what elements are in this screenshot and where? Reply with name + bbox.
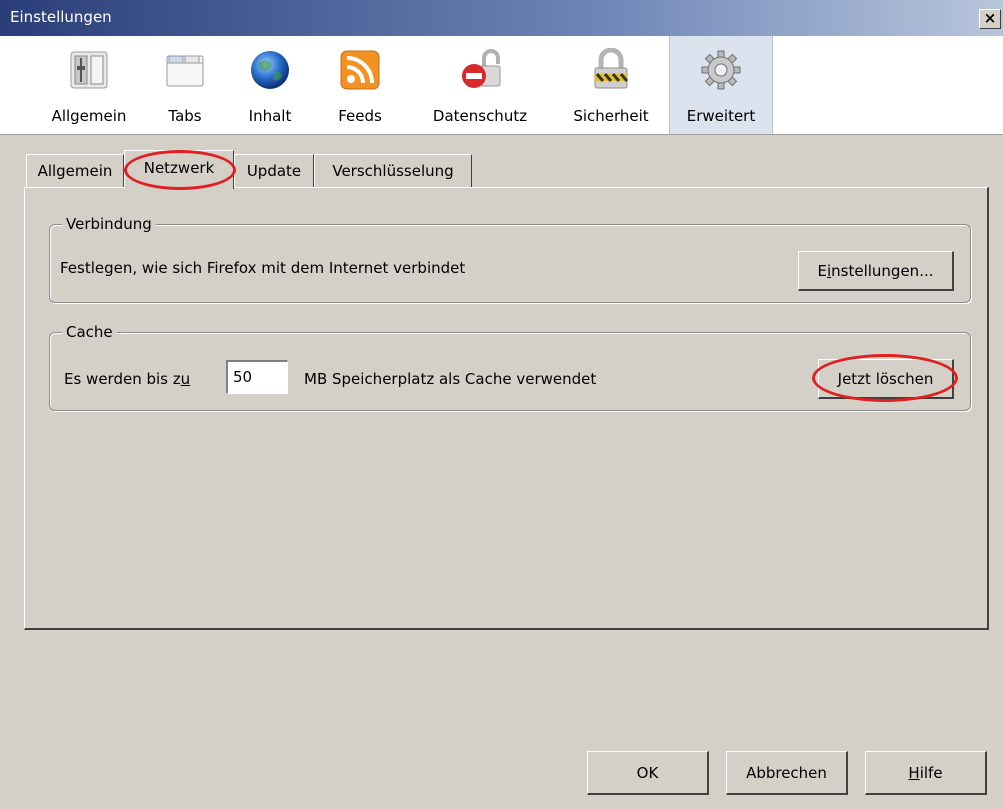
close-icon: × <box>983 9 997 27</box>
group-legend: Cache <box>62 321 117 343</box>
tab-label: Allgemein <box>37 162 113 180</box>
toolbar-item-allgemein[interactable]: Allgemein <box>34 36 144 134</box>
preferences-window: Einstellungen × Allgemein Tabs Inhalt Fe… <box>0 0 1003 809</box>
rss-icon <box>340 50 380 90</box>
cache-unit-label: MB Speicherplatz als Cache verwendet <box>304 370 597 388</box>
globe-icon <box>251 51 289 89</box>
mnemonic: u <box>180 370 191 388</box>
button-text: ilfe <box>919 764 943 782</box>
group-cache: Cache Es werden bis zu 50 MB Speicherpla… <box>49 321 971 411</box>
cache-label-text: Es werden bis z <box>64 370 181 388</box>
title-bar: Einstellungen × <box>0 0 1003 36</box>
group-verbindung: Verbindung Festlegen, wie sich Firefox m… <box>49 213 971 303</box>
button-text: E <box>817 262 827 280</box>
cache-label: Es werden bis zu <box>64 369 190 389</box>
tab-label: Update <box>246 162 302 180</box>
window-title: Einstellungen <box>10 8 112 26</box>
help-button[interactable]: Hilfe <box>865 751 987 795</box>
tab-update[interactable]: Update <box>234 154 314 187</box>
tabs-icon <box>166 55 204 87</box>
toolbar-item-inhalt[interactable]: Inhalt <box>225 36 315 134</box>
general-icon <box>70 51 108 89</box>
toolbar-item-erweitert[interactable]: Erweitert <box>669 36 773 134</box>
gear-icon <box>701 50 741 90</box>
close-button[interactable]: × <box>979 9 1001 29</box>
ok-button[interactable]: OK <box>587 751 709 795</box>
toolbar-label: Tabs <box>168 107 202 125</box>
connection-settings-button[interactable]: Einstellungen... <box>798 251 954 291</box>
privacy-icon <box>462 49 501 88</box>
tab-netzwerk[interactable]: Netzwerk <box>124 150 234 189</box>
tab-verschluesselung[interactable]: Verschlüsselung <box>314 154 472 187</box>
toolbar-item-tabs[interactable]: Tabs <box>145 36 225 134</box>
toolbar-item-datenschutz[interactable]: Datenschutz <box>418 36 542 134</box>
connection-description: Festlegen, wie sich Firefox mit dem Inte… <box>60 259 466 277</box>
toolbar-item-sicherheit[interactable]: Sicherheit <box>556 36 666 134</box>
toolbar-label: Allgemein <box>51 107 127 125</box>
tab-label: Netzwerk <box>143 159 215 177</box>
toolbar-item-feeds[interactable]: Feeds <box>320 36 400 134</box>
tab-label: Verschlüsselung <box>332 162 454 180</box>
toolbar-label: Inhalt <box>248 107 292 125</box>
clear-cache-button[interactable]: Jetzt löschen <box>818 359 954 399</box>
toolbar-label: Sicherheit <box>573 107 649 125</box>
toolbar-label: Feeds <box>338 107 382 125</box>
tab-allgemein[interactable]: Allgemein <box>26 154 124 187</box>
toolbar-label: Datenschutz <box>432 107 528 125</box>
cache-size-input[interactable]: 50 <box>226 360 288 394</box>
lock-icon <box>594 48 629 89</box>
netzwerk-panel: Verbindung Festlegen, wie sich Firefox m… <box>24 187 989 630</box>
category-toolbar: Allgemein Tabs Inhalt Feeds Datenschutz … <box>0 36 1003 135</box>
cancel-button[interactable]: Abbrechen <box>726 751 848 795</box>
toolbar-label: Erweitert <box>686 107 756 125</box>
mnemonic: H <box>908 764 920 782</box>
button-text: nstellungen... <box>831 262 934 280</box>
group-legend: Verbindung <box>62 213 156 235</box>
